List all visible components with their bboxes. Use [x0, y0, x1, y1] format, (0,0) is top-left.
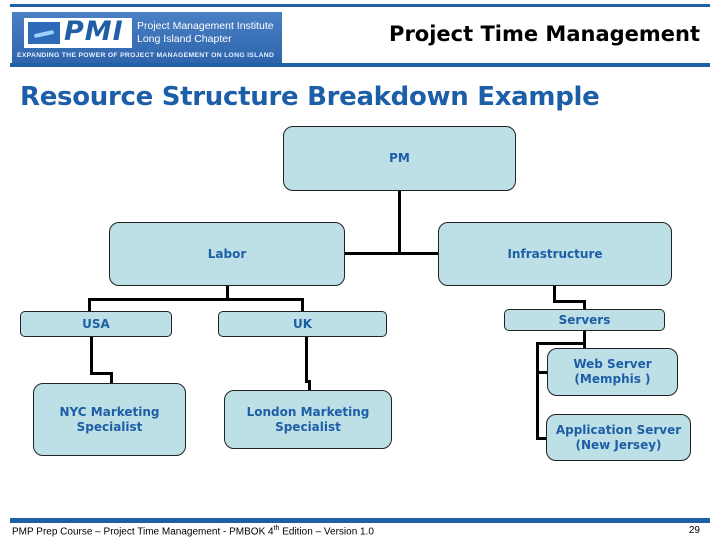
connector-infra-servers-b	[553, 300, 586, 303]
footer-course-prefix: PMP Prep Course – Project Time Managemen…	[12, 526, 274, 538]
page-number: 29	[688, 525, 700, 536]
node-uk: UK	[218, 311, 387, 337]
connector-servers-spine	[536, 342, 539, 440]
node-web-server: Web Server (Memphis )	[547, 348, 678, 396]
connector-servers-down	[583, 330, 586, 350]
node-servers: Servers	[504, 309, 665, 331]
rbs-diagram: PM Labor Infrastructure USA UK Servers N…	[0, 0, 720, 540]
connector-usa-nyc-a	[90, 336, 93, 374]
node-labor: Labor	[109, 222, 345, 286]
connector-servers-bar	[536, 342, 586, 345]
node-london-marketing-specialist: London Marketing Specialist	[224, 390, 392, 449]
footer-course-suffix: Edition – Version 1.0	[279, 526, 374, 538]
connector-usa-nyc-b	[90, 372, 112, 375]
connector-uk-london-a	[305, 336, 308, 382]
connector-pm-labor-infra	[344, 252, 442, 255]
node-usa: USA	[20, 311, 172, 337]
node-pm: PM	[283, 126, 516, 191]
footer-course-info: PMP Prep Course – Project Time Managemen…	[12, 525, 374, 537]
connector-to-uk	[301, 298, 304, 312]
node-nyc-marketing-specialist: NYC Marketing Specialist	[33, 383, 186, 456]
connector-usa-uk-bar	[88, 298, 303, 301]
connector-pm-trunk	[398, 190, 401, 254]
footer-rule	[10, 518, 710, 523]
connector-to-usa	[88, 298, 91, 312]
node-application-server: Application Server (New Jersey)	[546, 414, 691, 461]
node-infrastructure: Infrastructure	[438, 222, 672, 286]
